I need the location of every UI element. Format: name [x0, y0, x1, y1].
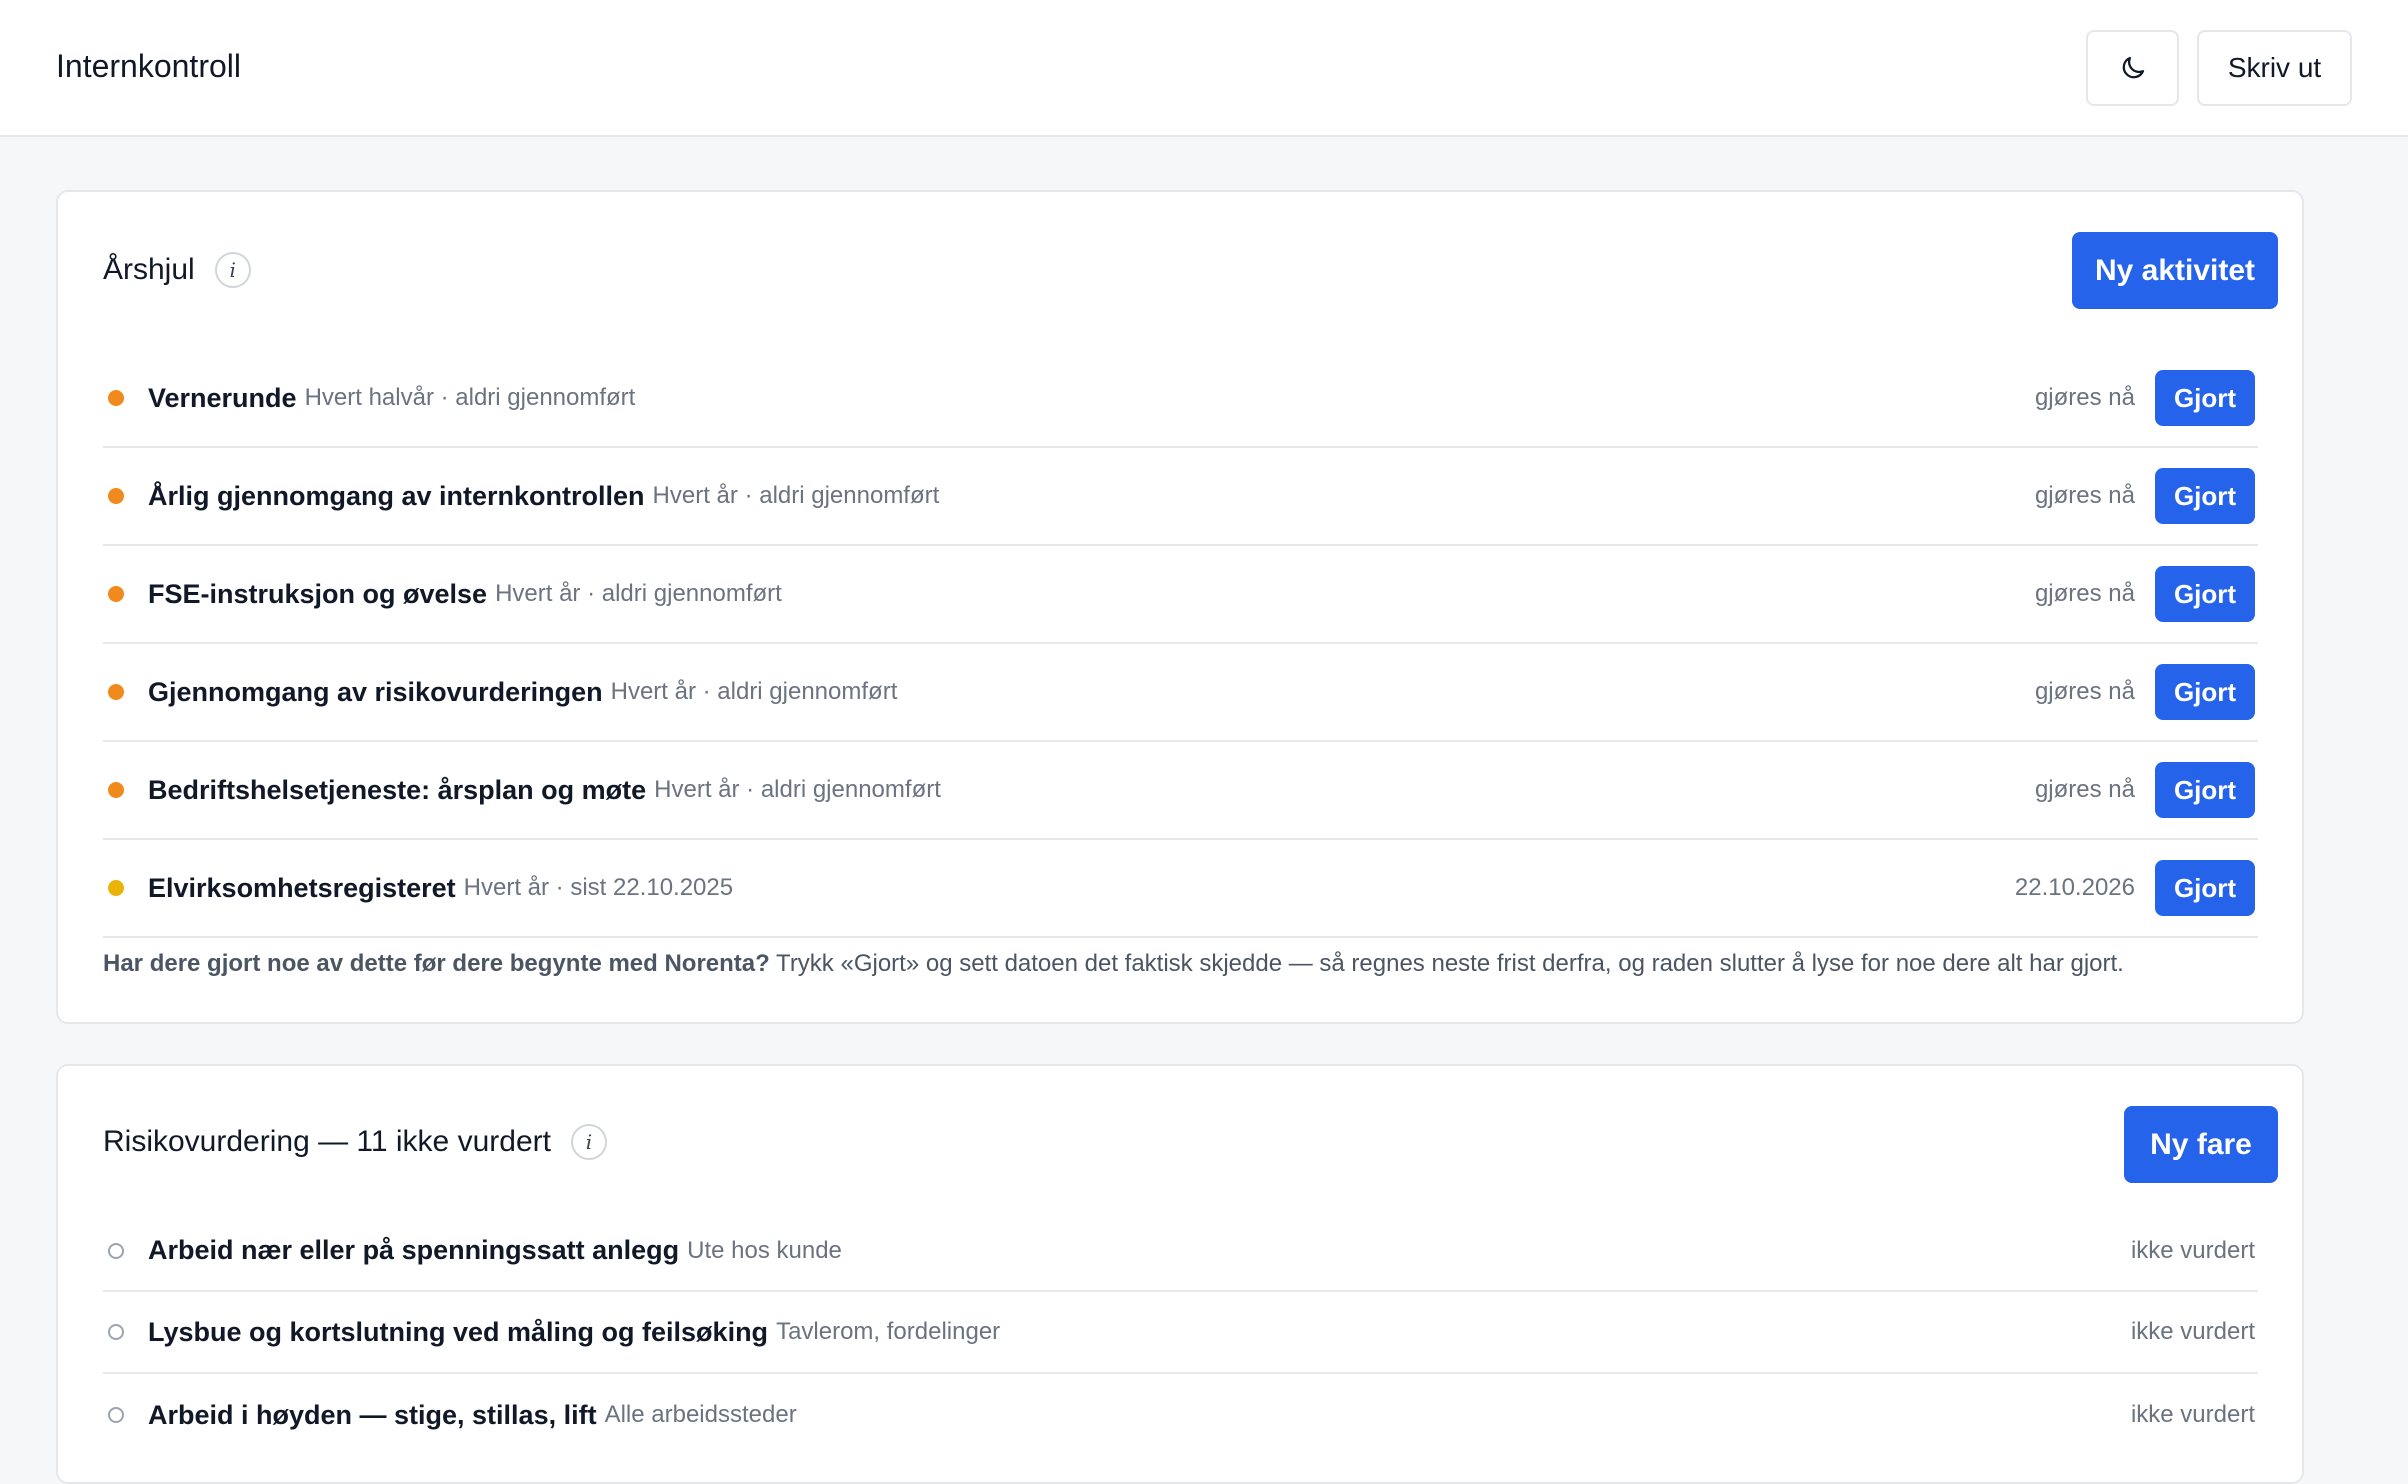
info-icon[interactable]: i: [214, 252, 251, 288]
risk-title: Risikovurdering — 11 ikke vurdert: [103, 1125, 551, 1158]
status-dot: [108, 880, 124, 896]
hazard-location: Ute hos kunde: [687, 1236, 842, 1264]
hazard-location: Alle arbeidssteder: [604, 1401, 797, 1428]
status-dot: [108, 586, 124, 602]
activity-meta: Hvert år · aldri gjennomført: [610, 678, 898, 705]
done-button[interactable]: Gjort: [2155, 468, 2255, 524]
hazard-status: ikke vurdert: [2130, 1318, 2255, 1345]
unassessed-ring: [108, 1324, 124, 1340]
hazard-location: Tavlerom, fordelinger: [776, 1318, 1001, 1345]
info-icon[interactable]: i: [570, 1124, 607, 1160]
activity-due: gjøres nå: [2034, 678, 2135, 705]
theme-toggle-button[interactable]: [2086, 30, 2179, 106]
hint-text: Trykk «Gjort» og sett datoen det faktisk…: [776, 950, 2124, 977]
activity-row: Bedriftshelsetjeneste: årsplan og møte H…: [103, 742, 2258, 840]
activity-name: Bedriftshelsetjeneste: årsplan og møte: [148, 774, 647, 805]
done-button[interactable]: Gjort: [2155, 370, 2255, 426]
activity-meta: Hvert år · sist 22.10.2025: [463, 874, 734, 901]
print-button[interactable]: Skriv ut: [2197, 30, 2352, 106]
activity-row: Vernerunde Hvert halvår · aldri gjennomf…: [103, 350, 2258, 448]
hazard-name: Lysbue og kortslutning ved måling og fei…: [148, 1316, 769, 1347]
activity-meta: Hvert år · aldri gjennomført: [652, 482, 940, 509]
activity-due: 22.10.2026: [2014, 874, 2135, 901]
activity-due: gjøres nå: [2034, 580, 2135, 607]
activity-name: FSE-instruksjon og øvelse: [148, 578, 488, 609]
activity-meta: Hvert år · aldri gjennomført: [495, 580, 782, 607]
arshjul-title-row: Årshjul i: [103, 252, 251, 288]
status-dot: [108, 488, 124, 504]
unassessed-ring: [108, 1407, 124, 1423]
risk-assessment-card: Risikovurdering — 11 ikke vurdert i Ny f…: [56, 1064, 2304, 1484]
activity-name: Årlig gjennomgang av internkontrollen: [148, 480, 645, 511]
activity-row: FSE-instruksjon og øvelse Hvert år · ald…: [103, 546, 2258, 644]
activity-name: Vernerunde: [148, 382, 297, 413]
hazard-row[interactable]: Arbeid i høyden — stige, stillas, lift A…: [103, 1374, 2258, 1456]
hazard-name: Arbeid i høyden — stige, stillas, lift: [148, 1399, 597, 1430]
activity-row: Gjennomgang av risikovurderingen Hvert å…: [103, 644, 2258, 742]
moon-icon: [2122, 56, 2144, 79]
arshjul-title: Årshjul: [103, 253, 195, 286]
new-hazard-button[interactable]: Ny fare: [2124, 1106, 2278, 1183]
activity-meta: Hvert halvår · aldri gjennomført: [304, 384, 636, 411]
done-button[interactable]: Gjort: [2155, 566, 2255, 622]
activity-due: gjøres nå: [2034, 482, 2135, 509]
hazard-status: ikke vurdert: [2130, 1236, 2255, 1264]
hazard-row[interactable]: Arbeid nær eller på spenningssatt anlegg…: [103, 1211, 2258, 1292]
hazard-status: ikke vurdert: [2130, 1401, 2255, 1428]
hint-bold: Har dere gjort noe av dette før dere beg…: [103, 950, 770, 977]
status-dot: [108, 684, 124, 700]
hazard-row[interactable]: Lysbue og kortslutning ved måling og fei…: [103, 1292, 2258, 1374]
activity-row: Årlig gjennomgang av internkontrollen Hv…: [103, 448, 2258, 546]
status-dot: [108, 782, 124, 798]
new-activity-button[interactable]: Ny aktivitet: [2072, 232, 2278, 309]
unassessed-ring: [108, 1242, 124, 1259]
top-bar: Internkontroll Skriv ut: [0, 0, 2408, 137]
hazard-name: Arbeid nær eller på spenningssatt anlegg: [148, 1235, 680, 1265]
activity-due: gjøres nå: [2034, 776, 2135, 803]
done-button[interactable]: Gjort: [2155, 664, 2255, 720]
activity-meta: Hvert år · aldri gjennomført: [654, 776, 941, 803]
activity-name: Elvirksomhetsregisteret: [148, 872, 456, 903]
risk-title-row: Risikovurdering — 11 ikke vurdert i: [103, 1124, 607, 1160]
page-title: Internkontroll: [56, 48, 241, 84]
done-button[interactable]: Gjort: [2155, 860, 2255, 916]
done-button[interactable]: Gjort: [2155, 762, 2255, 818]
arshjul-card: Årshjul i Ny aktivitet Vernerunde Hvert …: [56, 190, 2304, 1024]
activity-row: Elvirksomhetsregisteret Hvert år · sist …: [103, 840, 2258, 938]
activity-name: Gjennomgang av risikovurderingen: [148, 676, 603, 707]
arshjul-hint: Har dere gjort noe av dette før dere beg…: [103, 950, 2263, 978]
status-dot: [108, 390, 124, 406]
activity-due: gjøres nå: [2034, 384, 2135, 411]
